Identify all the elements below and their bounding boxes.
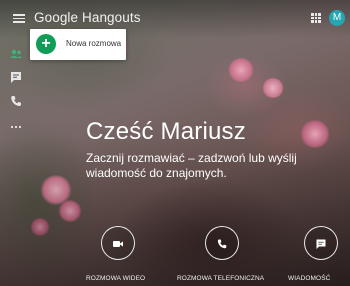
conversations-icon[interactable]: [9, 70, 23, 84]
greeting-heading: Cześć Mariusz: [86, 118, 246, 145]
avatar[interactable]: M: [329, 10, 345, 26]
hamburger-menu-icon[interactable]: [13, 14, 25, 23]
blossom-decoration: [262, 78, 284, 98]
greeting-subtitle: Zacznij rozmawiać – zadzwoń lub wyślij w…: [86, 151, 297, 180]
new-conversation-label: Nowa rozmowa: [66, 39, 122, 48]
plus-icon: +: [36, 34, 56, 54]
blossom-decoration: [228, 58, 254, 82]
video-call-label[interactable]: ROZMOWA WIDEO: [86, 275, 145, 282]
more-icon[interactable]: [9, 120, 23, 134]
video-icon: [112, 237, 124, 249]
message-icon: [315, 237, 327, 249]
apps-grid-icon[interactable]: [311, 13, 321, 23]
phone-call-label[interactable]: ROZMOWA TELEFONICZNA: [177, 275, 264, 282]
phone-icon[interactable]: [9, 94, 23, 108]
phone-icon: [216, 237, 228, 249]
app-title: Google Hangouts: [34, 10, 141, 25]
contacts-icon[interactable]: [9, 47, 23, 61]
video-call-button[interactable]: [101, 226, 135, 260]
message-button[interactable]: [304, 226, 338, 260]
message-label[interactable]: WIADOMOŚĆ: [288, 275, 330, 282]
new-conversation-button[interactable]: + Nowa rozmowa: [30, 29, 126, 60]
left-rail: [0, 38, 34, 138]
phone-call-button[interactable]: [205, 226, 239, 260]
